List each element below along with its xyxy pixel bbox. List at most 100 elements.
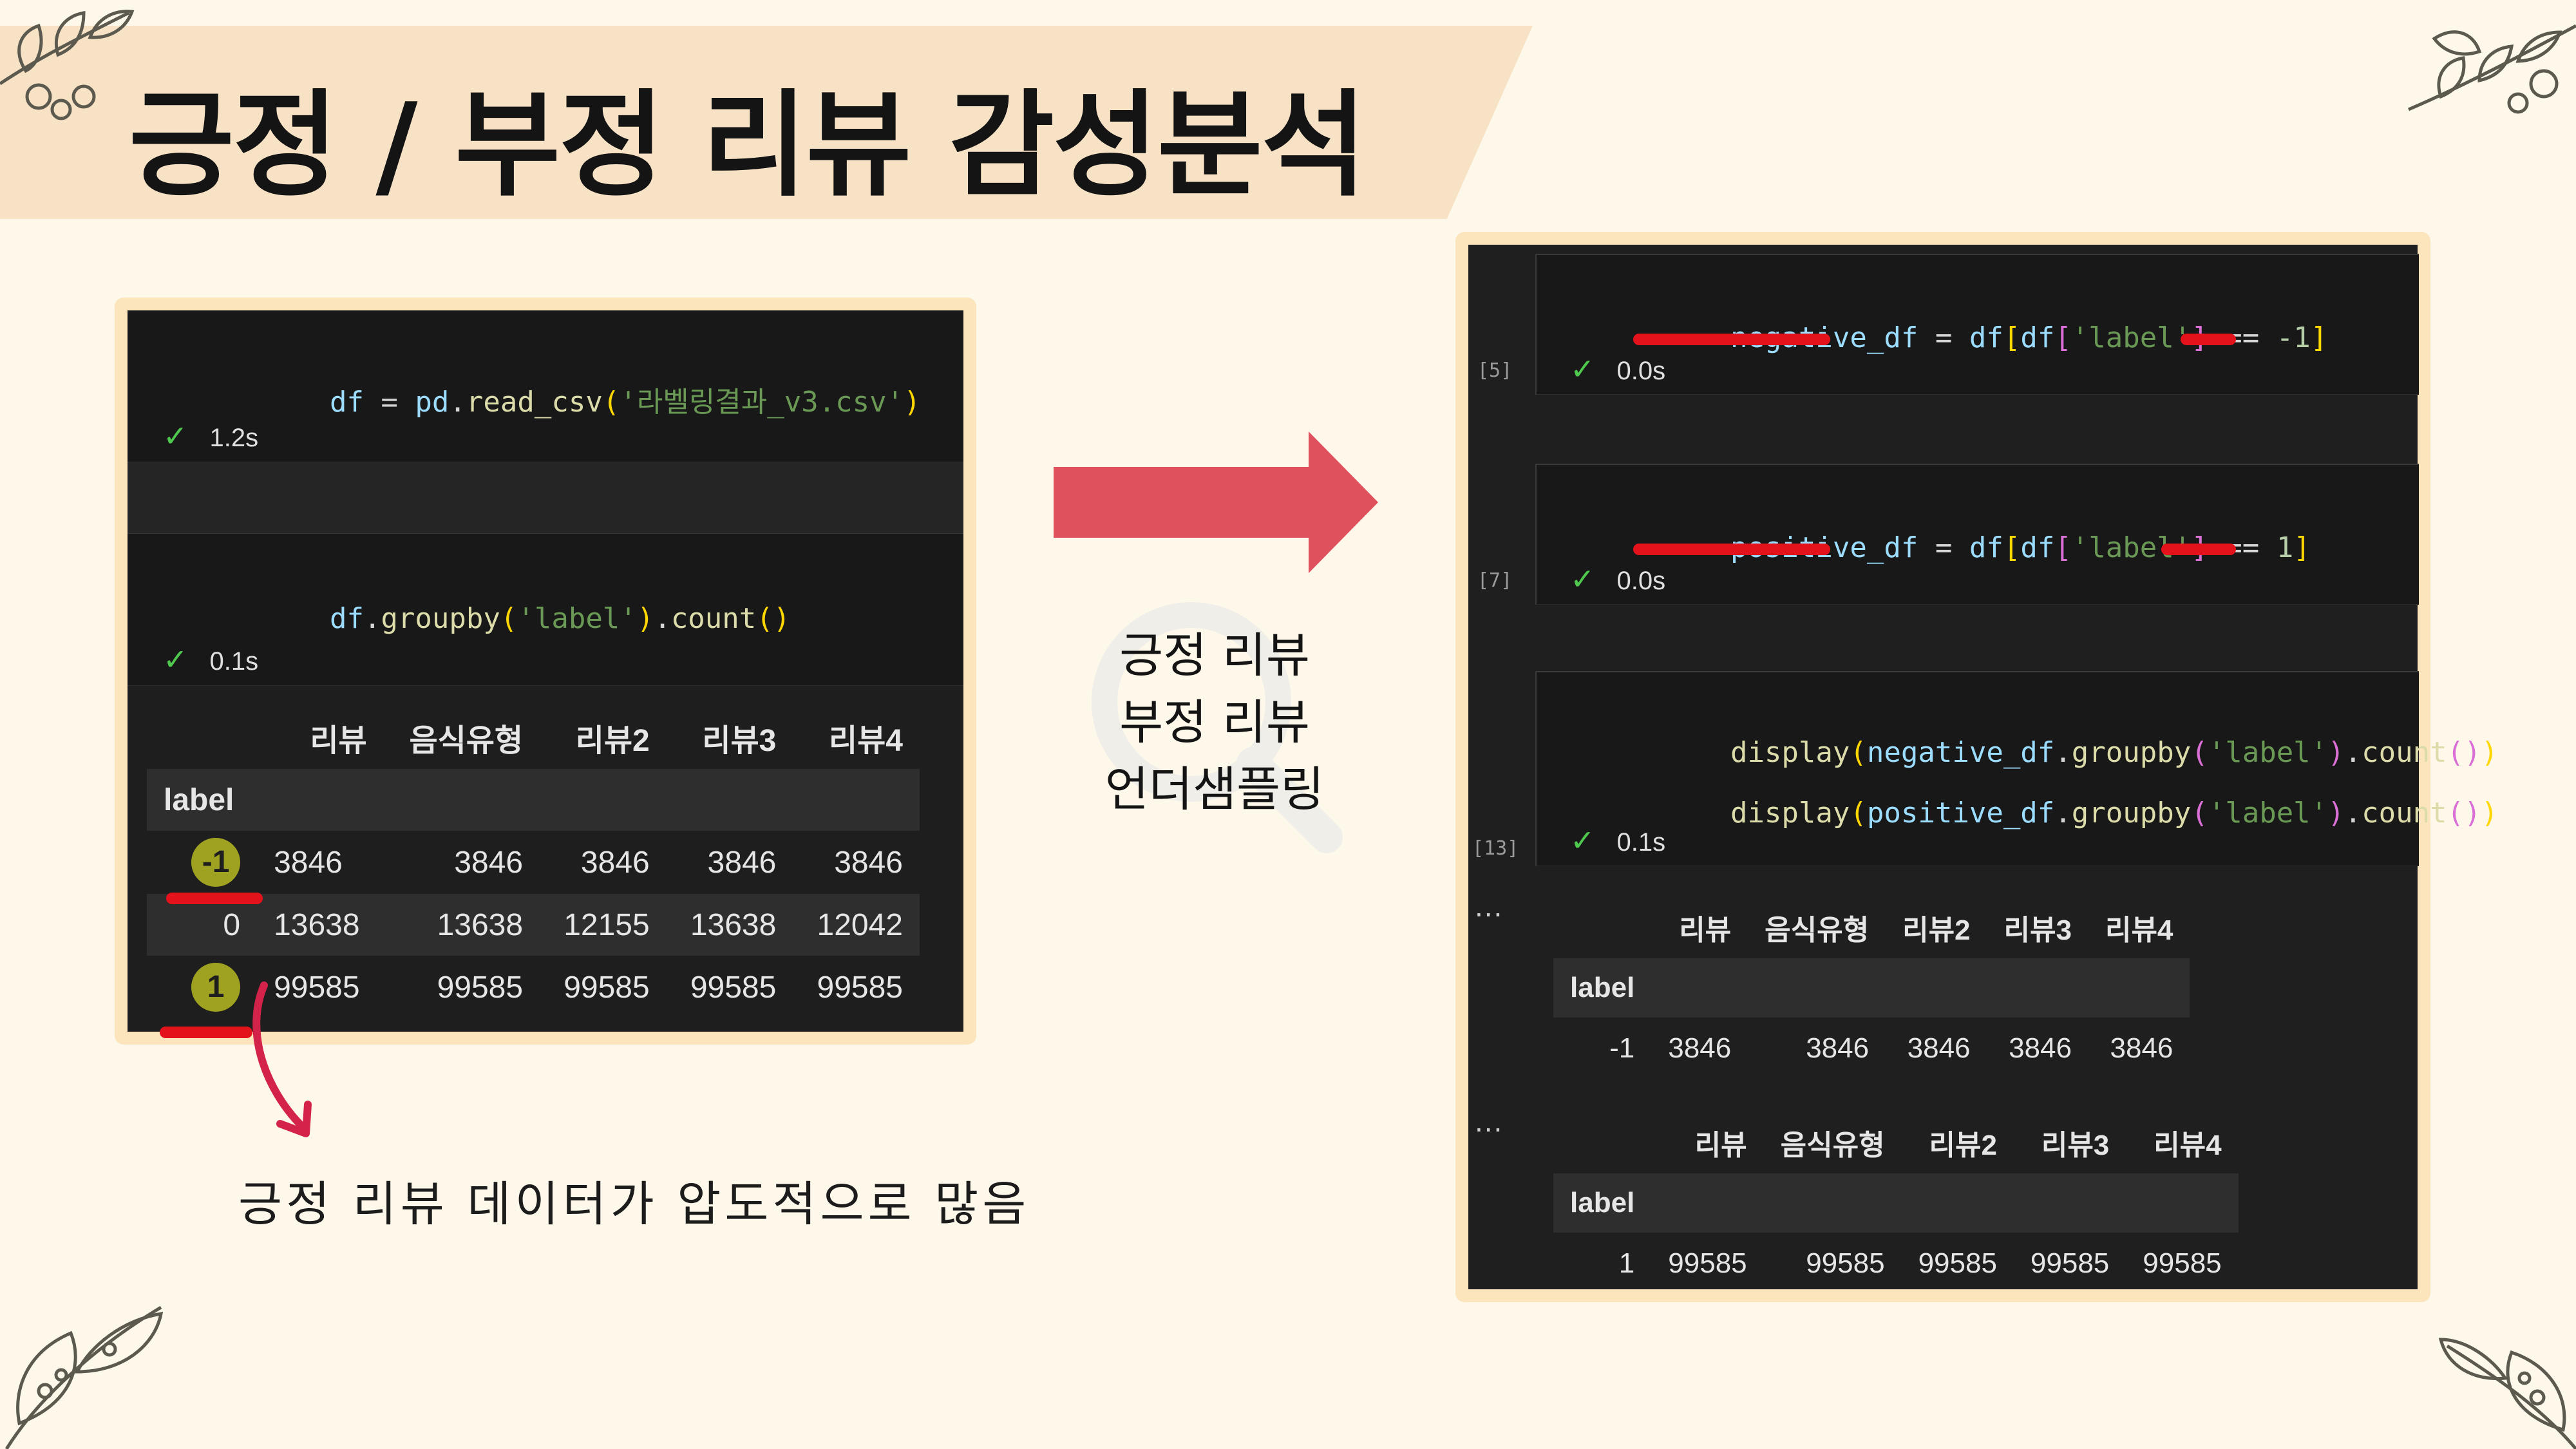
table-header-row: 리뷰 음식유형 리뷰2 리뷰3 리뷰4 (147, 706, 920, 769)
table-cell: 99585 (2143, 1247, 2222, 1279)
row-label-highlight: -1 (191, 838, 241, 887)
code-token: [ (2003, 531, 2021, 564)
exec-time: 0.1s (1616, 828, 1666, 857)
code-token: count (2362, 797, 2447, 829)
table-cell: 99585 (437, 970, 524, 1005)
check-icon: ✓ (1570, 562, 1595, 596)
cell-status: ✓ 0.0s (1570, 562, 1665, 596)
code-cell[interactable]: df = pd.read_csv('라벨링결과_v3.csv') ✓ 1.2s (128, 310, 963, 462)
table-header-cell: 리뷰 (1679, 914, 1732, 946)
table-header-cell (1553, 1112, 1651, 1173)
dataframe-table: 리뷰 음식유형 리뷰2 리뷰3 리뷰4 label -1 3846 3846 3… (147, 706, 920, 1019)
code-token: df (1969, 531, 2003, 564)
table-header-cell: 음식유형 (1780, 1130, 1885, 1161)
code-token: = (1918, 531, 1969, 564)
check-icon: ✓ (1570, 352, 1595, 386)
code-cell[interactable]: df.groupby('label').count() ✓ 0.1s (128, 534, 963, 686)
table-cell: 99585 (564, 970, 650, 1005)
dataframe-table: 리뷰 음식유형 리뷰2 리뷰3 리뷰4 label 1 99585 99585 … (1553, 1112, 2239, 1294)
table-cell: 3846 (1668, 1032, 1732, 1064)
right-notebook: [5] negative_df = df[df['label'] == -1] … (1468, 245, 2498, 1289)
cell-status: ✓ 0.0s (1570, 352, 1665, 386)
table-cell: 3846 (2110, 1032, 2174, 1064)
highlight-underline (2161, 544, 2236, 555)
table-cell: 3846 (1806, 1032, 1870, 1064)
code-token: ) (636, 602, 654, 635)
code-token: [ (2054, 321, 2072, 354)
row-label: 1 (1618, 1247, 1635, 1279)
code-token: () (756, 602, 791, 635)
code-token: = (363, 386, 415, 419)
table-header-cell: 리뷰4 (828, 724, 903, 758)
table-header-cell: 리뷰4 (2154, 1130, 2222, 1161)
code-token: ( (500, 602, 518, 635)
code-token: . (363, 602, 381, 635)
code-line[interactable]: df.groupby('label').count() (227, 569, 790, 668)
check-icon: ✓ (1570, 824, 1595, 857)
code-token: 1 (2276, 531, 2294, 564)
table-cell: 13638 (437, 907, 524, 942)
table-row: 1 99585 99585 99585 99585 99585 (1553, 1233, 2239, 1294)
output-ellipsis[interactable]: ... (1475, 1104, 1503, 1139)
table-index-row: label (1553, 1173, 2239, 1233)
code-cell[interactable]: negative_df = df[df['label'] == -1] ✓0.0… (1535, 254, 2419, 395)
exec-time: 0.0s (1616, 567, 1666, 595)
curved-arrow-icon (252, 981, 312, 1137)
code-token: = (1918, 321, 1969, 354)
code-token: ) (2481, 797, 2499, 829)
table-header-cell: 리뷰2 (575, 724, 650, 758)
code-cell[interactable]: display(negative_df.groupby('label').cou… (1535, 671, 2498, 866)
code-token: count (670, 602, 757, 635)
code-token: df (2020, 321, 2055, 354)
table-cell: 99585 (1668, 1247, 1747, 1279)
leaf-decoration-icon (2438, 1338, 2576, 1449)
cell-status: ✓ 0.1s (1570, 823, 1665, 858)
code-token: ] (2310, 321, 2328, 354)
highlight-underline (166, 893, 263, 904)
cell-prompt: [13] (1472, 837, 1519, 860)
code-token: df (2020, 531, 2055, 564)
highlight-underline (1633, 334, 1830, 345)
code-token: . (2054, 797, 2072, 829)
index-name: label (1570, 972, 1635, 1003)
leaf-decoration-icon (5, 1305, 164, 1449)
exec-time: 0.0s (1616, 357, 1666, 385)
code-cell[interactable]: positive_df = df[df['label'] == 1] ✓0.0s (1535, 464, 2419, 605)
table-cell: 12042 (817, 907, 903, 942)
row-label: -1 (147, 831, 257, 894)
table-header-cell: 리뷰3 (2003, 914, 2072, 946)
index-name: label (1570, 1187, 1635, 1218)
code-token: display (1730, 797, 1850, 829)
code-token: ( (1850, 797, 1867, 829)
code-token: groupby (2071, 797, 2192, 829)
table-header-row: 리뷰 음식유형 리뷰2 리뷰3 리뷰4 (1553, 896, 2190, 958)
code-token: df (329, 386, 364, 419)
table-index-row: label (1553, 958, 2190, 1018)
code-token: positive_df (1866, 797, 2055, 829)
code-token: ] (2293, 531, 2311, 564)
code-token: read_csv (466, 386, 603, 419)
code-token: df (1969, 321, 2003, 354)
code-line[interactable]: display(positive_df.groupby('label').cou… (1628, 764, 2498, 862)
table-cell: 3846 (2009, 1032, 2072, 1064)
left-notebook: df = pd.read_csv('라벨링결과_v3.csv') ✓ 1.2s d… (128, 310, 963, 1032)
side-caption-line: 언더샘플링 (1104, 762, 1325, 817)
table-header-cell: 음식유형 (1765, 914, 1870, 946)
code-token: [ (2003, 321, 2021, 354)
slide-title: 긍정 / 부정 리뷰 감성분석 (129, 79, 1367, 212)
table-header-cell: 리뷰 (310, 724, 367, 758)
index-name: label (164, 782, 234, 817)
table-header-cell: 리뷰4 (2105, 914, 2174, 946)
highlight-underline (2181, 334, 2236, 345)
code-token: groupby (381, 602, 500, 635)
table-header-cell (1553, 896, 1651, 958)
output-ellipsis[interactable]: ... (1475, 889, 1503, 923)
code-token: [ (2054, 531, 2072, 564)
table-header-cell: 음식유형 (409, 724, 524, 758)
cell-gap (128, 462, 963, 534)
table-header-cell: 리뷰 (1694, 1130, 1747, 1161)
code-line[interactable]: df = pd.read_csv('라벨링결과_v3.csv') (227, 346, 921, 453)
table-header-cell: 리뷰2 (1902, 914, 1971, 946)
code-token: -1 (2276, 321, 2311, 354)
code-token: df (329, 602, 364, 635)
